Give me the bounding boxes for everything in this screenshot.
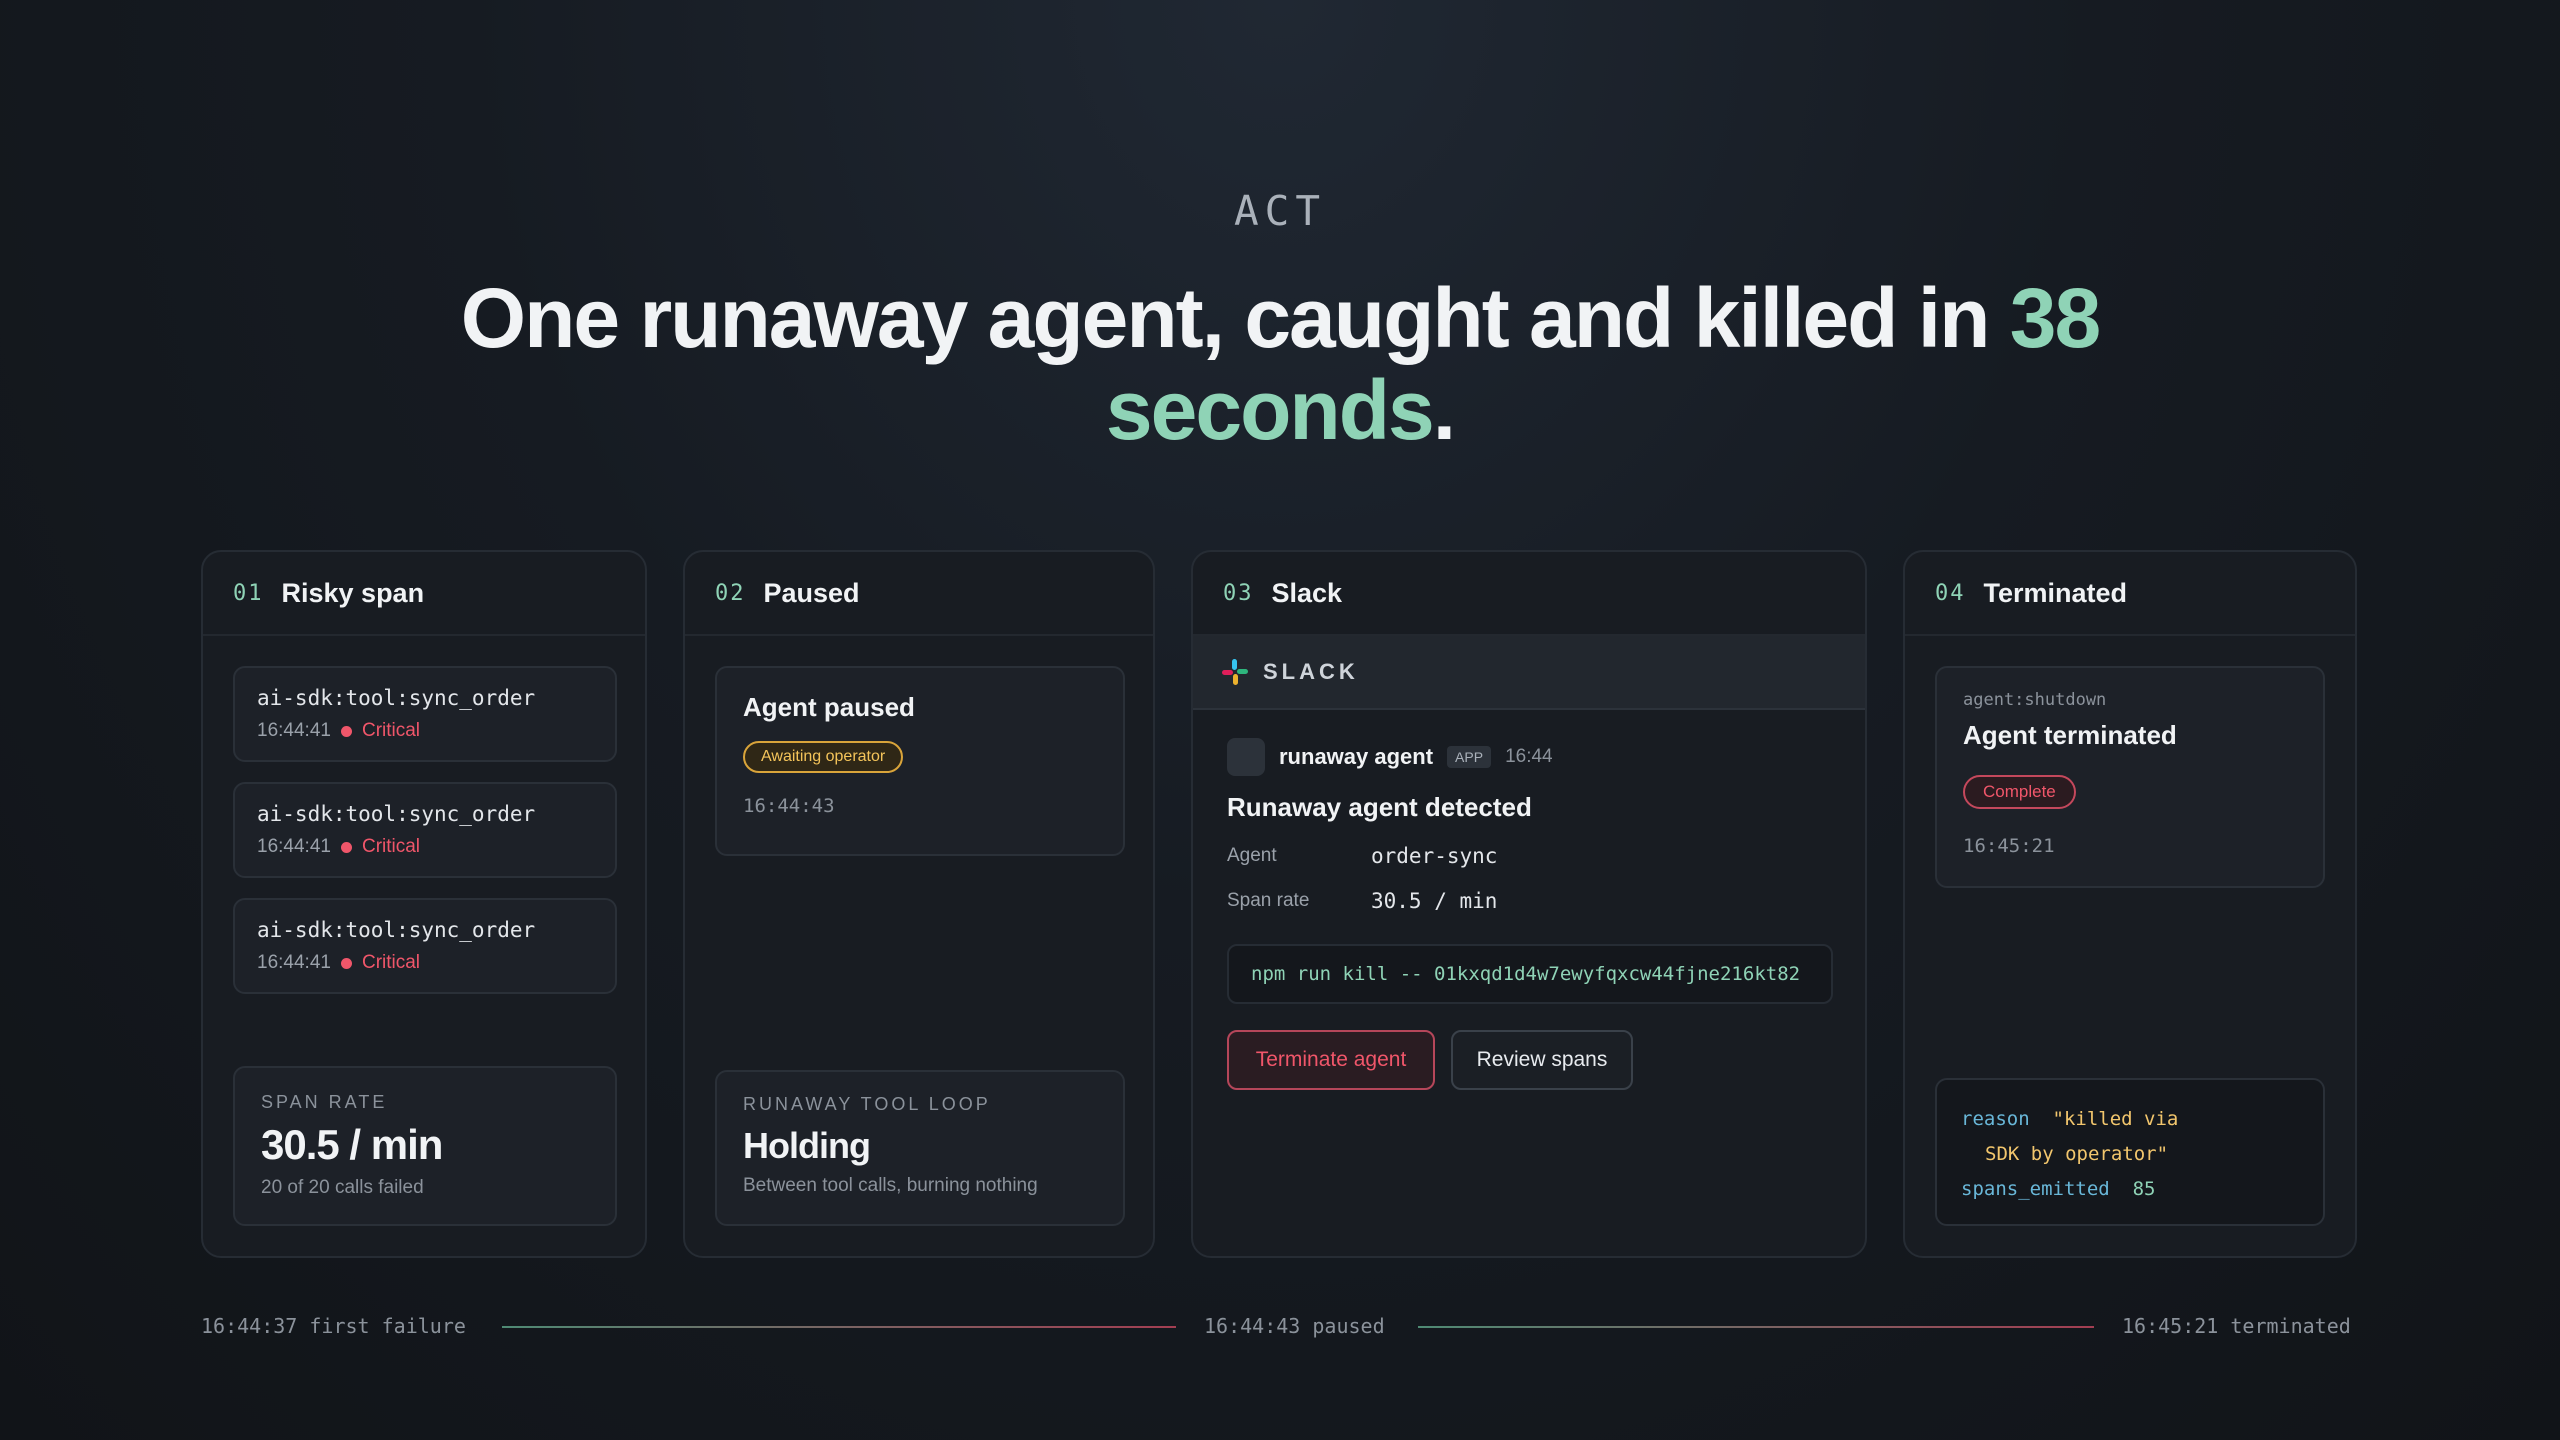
field-agent: Agent order-sync <box>1227 844 1497 868</box>
metric-sub: 20 of 20 calls failed <box>261 1177 424 1198</box>
timeline-mid: 16:44:43 paused <box>1204 1314 1385 1338</box>
log-key: reason <box>1961 1108 2030 1130</box>
slack-logo-icon <box>1222 659 1248 685</box>
card-title: Terminated <box>1983 577 2128 608</box>
status-title: Agent paused <box>743 692 915 722</box>
card-risky-span: 01 Risky span ai-sdk:tool:sync_order 16:… <box>201 550 647 1258</box>
step-number: 01 <box>233 580 264 606</box>
card-header: 03 Slack <box>1193 552 1865 636</box>
critical-dot-icon <box>340 725 352 737</box>
sender-name: runaway agent <box>1279 744 1434 769</box>
page-headline: One runaway agent, caught and killed in … <box>430 272 2130 456</box>
span-name: ai-sdk:tool:sync_order <box>257 686 536 710</box>
slack-header-bar: SLACK <box>1193 636 1865 710</box>
step-number: 03 <box>1223 580 1254 606</box>
span-meta: 16:44:41 Critical <box>257 836 593 858</box>
log-value: "killed via <box>2052 1108 2179 1130</box>
card-terminated: 04 Terminated agent:shutdown Agent termi… <box>1903 550 2357 1258</box>
span-meta: 16:44:41 Critical <box>257 952 593 974</box>
message-header: runaway agent APP 16:44 <box>1227 738 1553 776</box>
section-eyebrow: ACT <box>1233 187 1327 235</box>
complete-badge: Complete <box>1963 775 2076 809</box>
status-time: 16:44:43 <box>743 795 835 817</box>
awaiting-operator-badge: Awaiting operator <box>743 741 904 773</box>
card-header: 01 Risky span <box>203 552 645 636</box>
log-reason-cont: SDK by operator" <box>1961 1137 2299 1172</box>
log-reason-line: reason "killed via <box>1961 1102 2299 1137</box>
kill-command[interactable]: npm run kill -- 01kxqd1d4w7ewyfqxcw44fjn… <box>1227 944 1833 1004</box>
severity-label: Critical <box>361 720 421 741</box>
field-key: Agent <box>1227 845 1277 866</box>
metric-sub: Between tool calls, burning nothing <box>743 1175 1038 1196</box>
span-item[interactable]: ai-sdk:tool:sync_order 16:44:41 Critical <box>233 898 617 994</box>
card-paused: 02 Paused Agent paused Awaiting operator… <box>683 550 1155 1258</box>
status-time: 16:45:21 <box>1963 835 2055 857</box>
timeline-segment <box>1418 1326 2094 1328</box>
field-key: Span rate <box>1227 890 1310 911</box>
span-time: 16:44:41 <box>257 720 331 741</box>
metric-value: 30.5 / min <box>261 1121 443 1168</box>
card-header: 04 Terminated <box>1905 552 2355 636</box>
timeline-start: 16:44:37 first failure <box>201 1314 466 1338</box>
log-key: spans_emitted <box>1961 1178 2110 1200</box>
termination-log: reason "killed via SDK by operator" span… <box>1935 1078 2325 1226</box>
span-rate-metric: SPAN RATE 30.5 / min 20 of 20 calls fail… <box>233 1066 617 1226</box>
card-title: Paused <box>763 577 860 608</box>
span-item[interactable]: ai-sdk:tool:sync_order 16:44:41 Critical <box>233 666 617 762</box>
status-title: Agent terminated <box>1963 720 2177 750</box>
step-number: 04 <box>1935 580 1966 606</box>
log-value: 85 <box>2132 1178 2156 1200</box>
log-spans-line: spans_emitted 85 <box>1961 1172 2299 1207</box>
field-span-rate: Span rate 30.5 / min <box>1227 889 1497 913</box>
timeline-end: 16:45:21 terminated <box>2122 1314 2351 1338</box>
field-value: order-sync <box>1371 844 1498 868</box>
timeline-segment <box>502 1326 1176 1328</box>
span-name: ai-sdk:tool:sync_order <box>257 802 536 826</box>
app-tag: APP <box>1447 746 1492 768</box>
span-item[interactable]: ai-sdk:tool:sync_order 16:44:41 Critical <box>233 782 617 878</box>
event-name: agent:shutdown <box>1963 690 2107 710</box>
headline-main: One runaway agent, caught and killed in <box>460 271 2010 365</box>
tool-loop-metric: RUNAWAY TOOL LOOP Holding Between tool c… <box>715 1070 1125 1226</box>
span-meta: 16:44:41 Critical <box>257 720 593 742</box>
message-title: Runaway agent detected <box>1227 792 1532 822</box>
headline-end: . <box>1432 363 1456 457</box>
message-time: 16:44 <box>1505 746 1553 767</box>
card-title: Slack <box>1271 577 1343 608</box>
terminated-status-panel: agent:shutdown Agent terminated Complete… <box>1935 666 2325 888</box>
metric-label: RUNAWAY TOOL LOOP <box>743 1094 991 1114</box>
critical-dot-icon <box>340 841 352 853</box>
card-header: 02 Paused <box>685 552 1153 636</box>
metric-label: SPAN RATE <box>261 1092 388 1112</box>
span-time: 16:44:41 <box>257 836 331 857</box>
span-time: 16:44:41 <box>257 952 331 973</box>
span-name: ai-sdk:tool:sync_order <box>257 918 536 942</box>
severity-label: Critical <box>361 952 421 973</box>
slack-label: SLACK <box>1263 659 1359 684</box>
field-value: 30.5 / min <box>1371 889 1498 913</box>
paused-status-panel: Agent paused Awaiting operator 16:44:43 <box>715 666 1125 856</box>
card-title: Risky span <box>281 577 425 608</box>
card-slack: 03 Slack SLACK runaway agent APP 16:44 R… <box>1191 550 1867 1258</box>
terminate-agent-button[interactable]: Terminate agent <box>1227 1030 1435 1090</box>
metric-value: Holding <box>743 1125 871 1166</box>
step-number: 02 <box>715 580 746 606</box>
avatar <box>1227 738 1265 776</box>
log-value: SDK by operator" <box>1985 1143 2169 1165</box>
critical-dot-icon <box>340 957 352 969</box>
review-spans-button[interactable]: Review spans <box>1451 1030 1633 1090</box>
severity-label: Critical <box>361 836 421 857</box>
